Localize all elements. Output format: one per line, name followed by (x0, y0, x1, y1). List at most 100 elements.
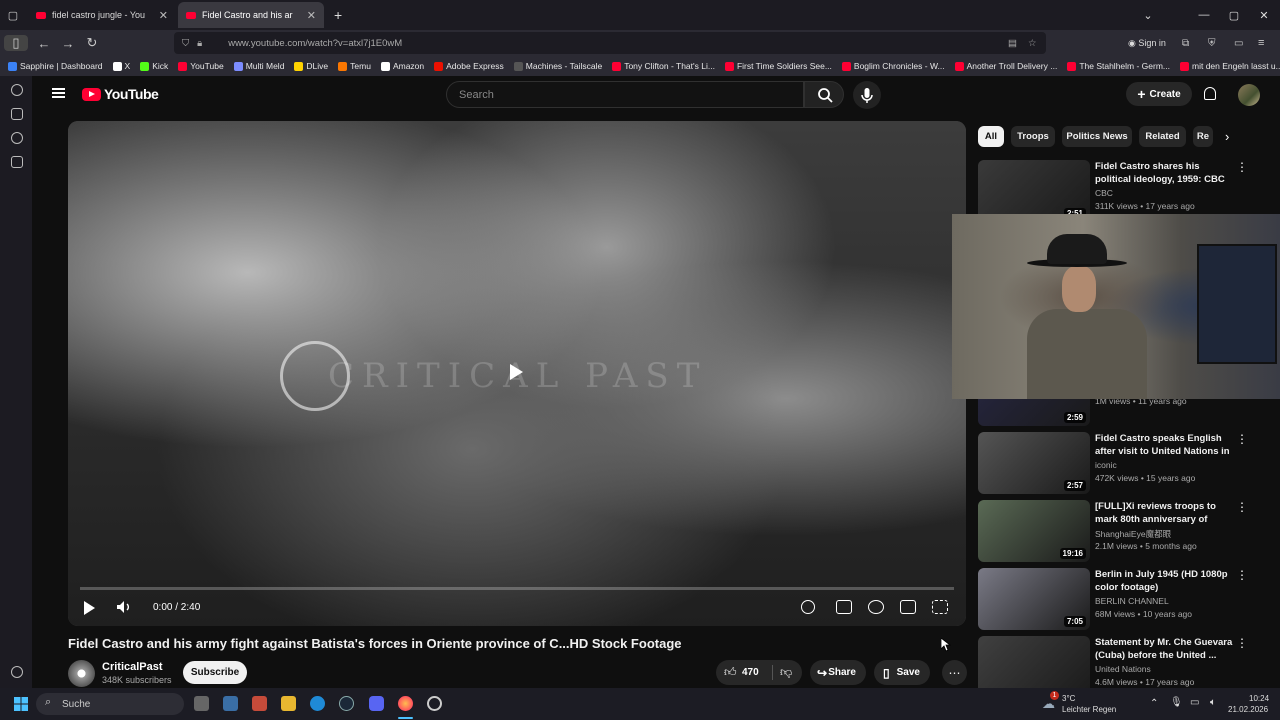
youtube-logo[interactable]: YouTube (82, 86, 159, 102)
bookmark-item[interactable]: Temu (338, 61, 371, 71)
recommendation-item[interactable]: 19:16 [FULL]Xi reviews troops to mark 80t… (978, 500, 1268, 564)
store-icon[interactable] (223, 696, 238, 711)
progress-bar[interactable] (80, 587, 954, 590)
close-window-button[interactable]: ✕ (1248, 0, 1280, 30)
app-icon[interactable] (252, 696, 267, 711)
chips-next-chevron-icon[interactable]: › (1225, 129, 1229, 144)
save-button[interactable]: ▯ Save (874, 660, 930, 685)
tab-1[interactable]: fidel castro jungle - YouTube ✕ (28, 2, 176, 28)
tab-overflow-chevron-icon[interactable]: ⌄ (1132, 0, 1164, 30)
more-vert-icon[interactable]: ⋮ (1236, 568, 1248, 582)
recommendation-thumbnail[interactable]: 2:57 (978, 432, 1090, 494)
voice-search-button[interactable] (853, 81, 881, 109)
microphone-tray-icon[interactable]: 🎙︎ (1170, 697, 1183, 708)
more-actions-button[interactable]: ⋯ (942, 660, 967, 685)
bookmark-item[interactable]: mit den Engeln lasst u... (1180, 61, 1280, 71)
center-play-icon[interactable] (510, 364, 523, 380)
user-avatar[interactable] (1238, 84, 1260, 106)
chip-politics-news[interactable]: Politics News (1062, 126, 1132, 147)
clock-time[interactable]: 10:24 (1249, 694, 1269, 703)
fullscreen-icon[interactable] (932, 600, 948, 614)
shield-extension-icon[interactable]: ⛨ (1208, 38, 1216, 49)
notifications-bell-icon[interactable] (1204, 87, 1216, 100)
new-tab-button[interactable]: + (334, 7, 342, 23)
bookmark-item[interactable]: X (112, 61, 130, 71)
close-tab-icon[interactable]: ✕ (307, 9, 316, 22)
steam-icon[interactable] (339, 696, 354, 711)
more-vert-icon[interactable]: ⋮ (1236, 636, 1248, 650)
channel-avatar[interactable] (68, 660, 95, 687)
firefox-icon[interactable] (398, 696, 413, 711)
sidebar-settings-icon[interactable] (11, 666, 23, 678)
settings-gear-icon[interactable] (868, 600, 884, 614)
forward-button[interactable]: → (56, 36, 80, 51)
taskbar-search[interactable]: ⌕ Suche (36, 693, 184, 715)
chip-all[interactable]: All (978, 126, 1004, 147)
channel-name[interactable]: CriticalPast (102, 661, 163, 673)
captions-icon[interactable] (836, 600, 852, 614)
synced-tabs-icon[interactable] (11, 108, 23, 120)
volume-tray-icon[interactable]: 🔈︎ (1210, 697, 1216, 708)
recommendation-thumbnail[interactable]: 2:51 (978, 160, 1090, 222)
bookmark-item[interactable]: Another Troll Delivery ... (954, 61, 1057, 71)
bookmark-item[interactable]: Sapphire | Dashboard (8, 61, 103, 71)
history-icon[interactable] (11, 132, 23, 144)
maximize-button[interactable]: ▢ (1218, 0, 1250, 30)
recommendation-thumbnail[interactable]: 19:16 (978, 500, 1090, 562)
search-input[interactable]: Search (446, 81, 804, 108)
bookmarks-icon[interactable] (11, 156, 23, 168)
dislike-thumb-icon[interactable]: 👎︎ (780, 665, 792, 680)
search-button[interactable] (804, 81, 844, 108)
edge-icon[interactable] (310, 696, 325, 711)
chip-truncated[interactable]: Re (1193, 126, 1213, 147)
recommendation-thumbnail[interactable]: 2:59 (978, 398, 1090, 426)
bookmark-item[interactable]: Kick (140, 61, 168, 71)
reader-view-icon[interactable]: ▤ (1008, 38, 1017, 49)
like-thumb-icon[interactable]: 👍︎ (724, 665, 737, 680)
miniplayer-icon[interactable] (900, 600, 916, 614)
bookmark-item[interactable]: First Time Soldiers See... (724, 61, 832, 71)
tab-2[interactable]: Fidel Castro and his army fight ✕ (178, 2, 324, 28)
tray-chevron-icon[interactable]: ⌃ (1150, 698, 1158, 709)
back-button[interactable]: ← (32, 36, 56, 51)
discord-icon[interactable] (369, 696, 384, 711)
bookmark-star-icon[interactable]: ☆ (1028, 38, 1037, 49)
recording-app-icon[interactable] (427, 696, 442, 711)
volume-icon[interactable] (116, 600, 132, 614)
chip-related[interactable]: Related (1139, 126, 1186, 147)
bookmark-item[interactable]: Boglim Chronicles - W... (841, 61, 945, 71)
subscribe-button[interactable]: Subscribe (183, 661, 247, 684)
bookmark-item[interactable]: Adobe Express (434, 61, 504, 71)
sidebar-toggle-icon[interactable]: ▯ (4, 35, 28, 51)
account-icon[interactable]: ◉ Sign in (1128, 38, 1166, 49)
task-view-icon[interactable] (194, 696, 209, 711)
close-tab-icon[interactable]: ✕ (159, 9, 168, 22)
recommendation-thumbnail[interactable]: 7:05 (978, 568, 1090, 630)
bookmark-item[interactable]: Tony Clifton - That's Li... (612, 61, 715, 71)
play-button[interactable] (84, 601, 95, 615)
windows-start-icon[interactable] (14, 697, 28, 711)
like-count[interactable]: 470 (742, 667, 759, 678)
bookmark-item[interactable]: Machines - Tailscale (513, 61, 602, 71)
bookmark-item[interactable]: YouTube (178, 61, 224, 71)
file-explorer-icon[interactable] (281, 696, 296, 711)
more-vert-icon[interactable]: ⋮ (1236, 500, 1248, 514)
more-vert-icon[interactable]: ⋮ (1236, 432, 1248, 446)
recommendation-item[interactable]: 2:57 Fidel Castro speaks English after vi… (978, 432, 1268, 496)
menu-icon[interactable]: ≡ (1258, 37, 1264, 49)
recommendation-item[interactable]: 2:59 1M views • 11 years ago (978, 396, 1268, 426)
video-player[interactable]: CRITICAL PAST 0:00 / 2:40 (68, 121, 966, 626)
bookmark-item[interactable]: DLive (294, 61, 328, 71)
recommendation-item[interactable]: 7:05 Berlin in July 1945 (HD 1080p color … (978, 568, 1268, 632)
extensions-icon[interactable]: ⧉ (1182, 38, 1189, 49)
container-icon[interactable]: ▭ (1234, 38, 1243, 49)
ai-chat-icon[interactable] (11, 84, 23, 96)
more-vert-icon[interactable]: ⋮ (1236, 160, 1248, 174)
bookmark-item[interactable]: Amazon (380, 61, 424, 71)
minimize-button[interactable]: — (1188, 0, 1220, 30)
tab-list-icon[interactable]: ▢ (0, 9, 26, 22)
address-bar[interactable]: ⛉ 🔒︎ www.youtube.com/watch?v=atxl7j1E0wM… (174, 32, 1046, 54)
bookmark-item[interactable]: Multi Meld (233, 61, 284, 71)
share-button[interactable]: ↪ Share (810, 660, 866, 685)
clock-date[interactable]: 21.02.2026 (1228, 705, 1268, 714)
